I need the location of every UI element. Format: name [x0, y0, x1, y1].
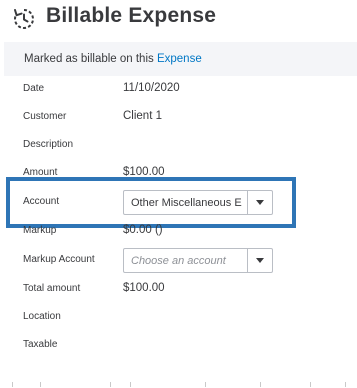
divider-tick [260, 382, 261, 387]
divider-tick [130, 382, 131, 387]
customer-value: Client 1 [123, 110, 162, 122]
dialog-header: Billable Expense [0, 0, 357, 38]
divider-tick [345, 382, 346, 387]
billable-expense-icon [14, 9, 34, 29]
chevron-down-icon[interactable] [256, 258, 264, 263]
markup-account-placeholder: Choose an account [131, 255, 226, 267]
markup-account-select-divider [247, 249, 248, 272]
total-amount-value: $100.00 [123, 282, 165, 294]
billable-info-prefix: Marked as billable on this [24, 53, 154, 65]
taxable-label: Taxable [23, 339, 58, 350]
billable-info-bar: Marked as billable on this Expense [4, 42, 357, 76]
account-highlight-box [6, 177, 296, 228]
divider-tick [205, 382, 206, 387]
divider-tick [12, 382, 13, 387]
divider-tick [110, 382, 111, 387]
markup-value: $0.00 () [123, 224, 163, 236]
date-value: 11/10/2020 [123, 82, 180, 94]
markup-account-label: Markup Account [23, 254, 95, 265]
customer-label: Customer [23, 111, 67, 122]
markup-label: Markup [23, 225, 57, 236]
markup-account-select[interactable]: Choose an account [123, 248, 273, 273]
page-title: Billable Expense [46, 4, 217, 27]
location-label: Location [23, 311, 61, 322]
expense-link[interactable]: Expense [157, 53, 202, 65]
billable-info-text: Marked as billable on this Expense [24, 53, 202, 65]
divider-tick [40, 382, 41, 387]
divider-tick [310, 382, 311, 387]
date-label: Date [23, 83, 45, 94]
description-label: Description [23, 139, 74, 150]
total-amount-label: Total amount [23, 283, 81, 294]
